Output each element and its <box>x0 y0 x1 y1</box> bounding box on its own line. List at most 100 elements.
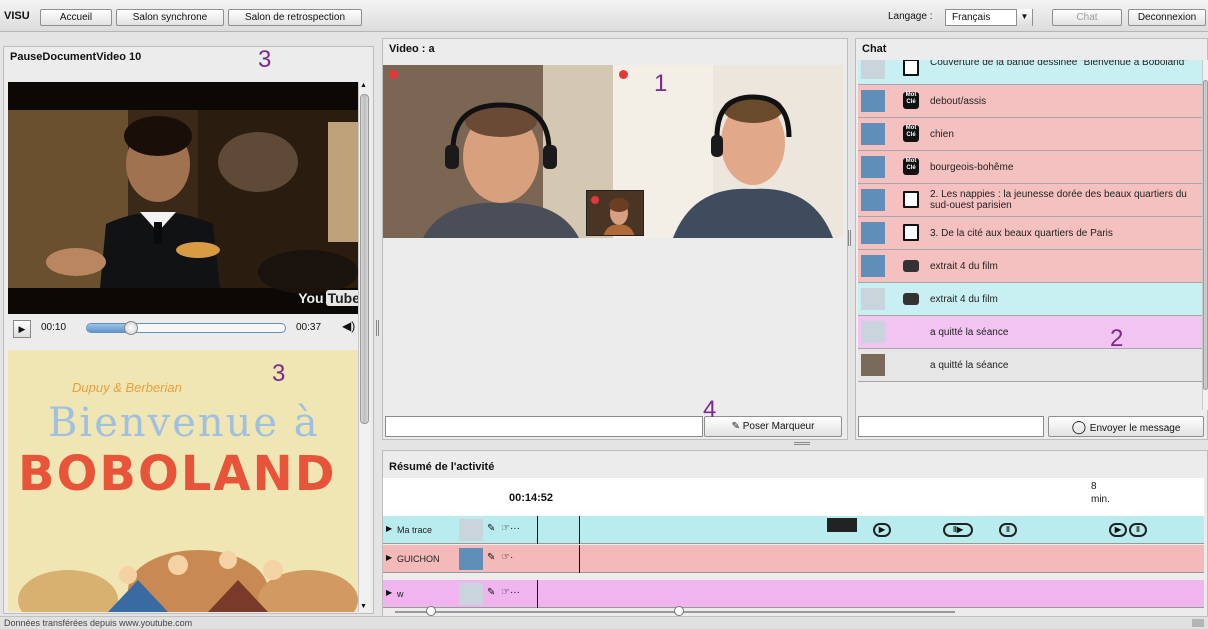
chat-message-text: 2. Les nappies : la jeunesse dorée des b… <box>930 189 1187 211</box>
speech-bubble-icon: ◯ <box>1071 419 1090 434</box>
chevron-down-icon[interactable]: ▼ <box>1016 9 1032 26</box>
video-total-time: 00:37 <box>296 322 322 333</box>
poser-marqueur-button[interactable]: ✎ Poser Marqueur <box>704 416 842 437</box>
language-label: Langage : <box>888 11 933 22</box>
volume-icon[interactable]: ◀) <box>342 319 355 333</box>
chat-message[interactable]: extrait 4 du film <box>858 283 1202 316</box>
splitter-handle-right[interactable] <box>848 230 851 246</box>
language-select-value: Français <box>952 12 991 23</box>
film-event-icon[interactable] <box>827 518 857 532</box>
pointer-hand-icon: ☞· <box>501 552 514 563</box>
chat-message-text: debout/assis <box>930 96 987 107</box>
timeline-start-line <box>537 580 538 608</box>
chat-message-text: 3. De la cité aux beaux quartiers de Par… <box>930 228 1113 239</box>
pause-event-icon-2[interactable]: ‖ <box>1129 523 1147 537</box>
avatar <box>861 156 885 178</box>
poser-marqueur-label: Poser Marqueur <box>742 421 815 432</box>
expand-arrow-icon[interactable]: ▶ <box>386 588 392 597</box>
nav-salon-retrospection-button[interactable]: Salon de retrospection <box>228 9 362 26</box>
timeline-row-name: GUICHON <box>397 554 440 564</box>
scroll-up-icon[interactable]: ▲ <box>360 82 367 89</box>
chat-message-text: chien <box>930 129 954 140</box>
chat-message[interactable]: Mot Clé debout/assis <box>858 85 1202 118</box>
chat-panel-title: Chat <box>862 43 887 55</box>
avatar <box>861 189 885 211</box>
webcam-person-2 <box>613 65 843 238</box>
pause-play-event-icon[interactable]: ‖▶ <box>943 523 973 537</box>
chat-scrollbar[interactable] <box>1202 60 1208 410</box>
chat-scrollbar-thumb[interactable] <box>1203 80 1208 390</box>
app-name: VISU <box>4 10 30 22</box>
timeline-row-name: Ma trace <box>397 525 433 535</box>
documents-scrollbar-thumb[interactable] <box>360 94 369 424</box>
timeline-header: 00:14:52 8 min. <box>383 478 1204 516</box>
avatar <box>861 255 885 277</box>
timeline-start-line <box>537 516 538 544</box>
resize-grip-icon[interactable] <box>1192 619 1204 627</box>
splitter-handle-bottom[interactable] <box>794 442 810 445</box>
pencil-icon: ✎ <box>731 421 743 432</box>
splitter-handle-left[interactable] <box>376 320 379 336</box>
avatar <box>459 583 483 605</box>
avatar <box>861 321 885 343</box>
timeline-row-w[interactable]: ▶ w ✎ ☞··· <box>383 580 1204 608</box>
status-text: Données transférées depuis www.youtube.c… <box>4 618 193 628</box>
book-title-line1: Bienvenue à <box>48 400 320 446</box>
language-select[interactable]: Français ▼ <box>945 9 1033 26</box>
documents-panel-title: PauseDocumentVideo 10 <box>10 51 142 63</box>
expand-arrow-icon[interactable]: ▶ <box>386 524 392 533</box>
pause-event-icon[interactable]: ‖ <box>999 523 1017 537</box>
chat-message[interactable]: 3. De la cité aux beaux quartiers de Par… <box>858 217 1202 250</box>
chat-message[interactable]: Couverture de la bande dessinée "Bienven… <box>858 60 1202 85</box>
chat-message[interactable]: extrait 4 du film <box>858 250 1202 283</box>
nav-salon-synchrone-button[interactable]: Salon synchrone <box>116 9 224 26</box>
chat-message[interactable]: a quitté la séance <box>858 349 1202 382</box>
nav-accueil-button[interactable]: Accueil <box>40 9 112 26</box>
film-icon <box>903 293 919 305</box>
pencil-icon: ✎ <box>487 552 496 563</box>
scroll-down-icon[interactable]: ▼ <box>360 603 367 610</box>
timeline-slider-knob-left[interactable] <box>426 606 436 616</box>
chat-message[interactable]: Mot Clé chien <box>858 118 1202 151</box>
video-progress-bar[interactable] <box>86 321 286 335</box>
send-message-button[interactable]: ◯ Envoyer le message <box>1048 416 1204 437</box>
annotation-number-1: 1 <box>654 70 668 97</box>
pointer-hand-icon: ☞··· <box>501 523 520 534</box>
timeline-slider-knob-right[interactable] <box>674 606 684 616</box>
chat-message[interactable]: Mot Clé bourgeois-bohême <box>858 151 1202 184</box>
play-icon[interactable]: ▶ <box>13 320 31 338</box>
play-event-icon[interactable]: ▶ <box>873 523 891 537</box>
marker-input[interactable] <box>385 416 703 437</box>
chat-input[interactable] <box>858 416 1044 437</box>
avatar <box>861 222 885 244</box>
webcam-feed-2 <box>613 65 843 238</box>
documents-scrollbar[interactable]: ▲ ▼ <box>358 82 370 612</box>
avatar <box>459 548 483 570</box>
video-frame-image <box>8 82 370 314</box>
book-title-line2: BOBOLAND <box>18 446 337 502</box>
chat-message[interactable]: a quitté la séance <box>858 316 1202 349</box>
recording-indicator-self <box>591 196 599 204</box>
chat-message[interactable]: 2. Les nappies : la jeunesse dorée des b… <box>858 184 1202 217</box>
youtube-video-player[interactable]: You Tube <box>8 82 370 314</box>
avatar <box>861 354 885 376</box>
chat-message-text: extrait 4 du film <box>930 294 998 305</box>
avatar <box>861 60 885 79</box>
timeline-row-guichon[interactable]: ▶ GUICHON ✎ ☞· <box>383 545 1204 573</box>
timeline-row-ma-trace[interactable]: ▶ Ma trace ✎ ☞··· ▶ ‖▶ ‖ ▶ ‖ <box>383 516 1204 544</box>
avatar <box>861 288 885 310</box>
logout-button[interactable]: Deconnexion <box>1128 9 1206 26</box>
pointer-hand-icon: ☞··· <box>501 587 520 598</box>
pencil-icon: ✎ <box>487 587 496 598</box>
video-progress-knob[interactable] <box>123 321 138 335</box>
play-event-icon-2[interactable]: ▶ <box>1109 523 1127 537</box>
avatar <box>861 123 885 145</box>
book-illustration <box>18 550 358 612</box>
activity-title: Résumé de l'activité <box>389 461 495 473</box>
annotation-number-4: 4 <box>703 396 717 423</box>
chat-message-text: Couverture de la bande dessinée "Bienven… <box>930 60 1188 68</box>
chat-button[interactable]: Chat <box>1052 9 1122 26</box>
annotation-number-3: 3 <box>258 46 272 73</box>
avatar <box>861 90 885 112</box>
expand-arrow-icon[interactable]: ▶ <box>386 553 392 562</box>
